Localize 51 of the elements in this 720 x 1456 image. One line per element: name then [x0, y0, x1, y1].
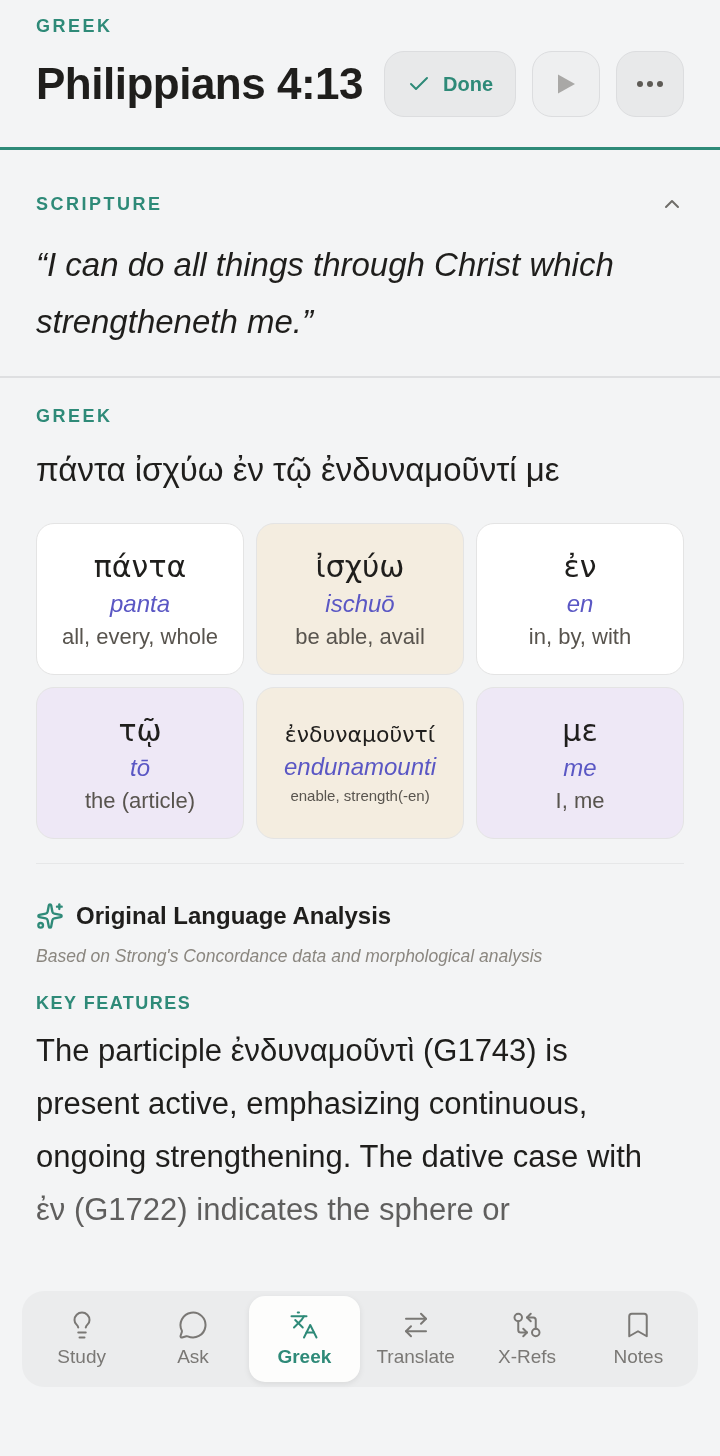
transliteration: me	[563, 753, 597, 782]
greek-word: ἐν	[563, 548, 597, 584]
word-gloss: be able, avail	[295, 623, 425, 650]
verse-text: “I can do all things through Christ which strengtheneth me.”	[36, 245, 615, 342]
word-card[interactable]: τῷ tō the (article)	[36, 687, 244, 839]
sparkles-icon	[36, 902, 64, 930]
word-gloss: all, every, whole	[61, 623, 219, 650]
section-heading: GREEK	[36, 406, 113, 427]
transliteration: tō	[130, 753, 150, 782]
section-heading: KEY FEATURES	[36, 993, 192, 1013]
analysis-subtitle: Based on Strong's Concordance data and morphological analysis	[36, 946, 544, 967]
word-gloss: the (article)	[84, 787, 195, 814]
tab[interactable]: Ask	[137, 1296, 249, 1382]
greek-word: τῷ	[118, 712, 162, 748]
tab[interactable]: Notes	[582, 1296, 694, 1382]
compare-arrows-icon	[512, 1310, 542, 1340]
transliteration: endunamounti	[283, 753, 437, 781]
analysis-text-line: ongoing strengthening. The dative case with	[36, 1138, 644, 1176]
word-gloss: enable, strength(-en)	[290, 787, 430, 804]
word-card[interactable]: ἐν en in, by, with	[476, 523, 684, 675]
verse-title: Philippians 4:13	[36, 59, 364, 109]
word-card[interactable]: με me I, me	[476, 687, 684, 839]
analysis-text-line: present active, emphasizing continuous,	[36, 1085, 589, 1123]
analysis-text-line: The participle ἐνδυναμοῦντὶ (G1743) is	[36, 1032, 569, 1070]
word-card[interactable]: πάντα panta all, every, whole	[36, 523, 244, 675]
tab[interactable]: Translate	[360, 1296, 472, 1382]
section-eyebrow: GREEK	[36, 16, 114, 37]
translate-icon	[289, 1310, 320, 1340]
greek-word: με	[562, 712, 598, 748]
tab[interactable]: Study	[26, 1296, 138, 1382]
greek-text: πάντα ἰσχύω ἐν τῷ ἐνδυναμοῦντί με	[36, 451, 561, 489]
word-gloss: in, by, with	[528, 623, 632, 650]
more-button[interactable]	[616, 51, 684, 117]
word-card[interactable]: ἰσχύω ischuō be able, avail	[256, 523, 464, 675]
analysis-text-line: ἐν (G1722) indicates the sphere or	[36, 1191, 511, 1229]
word-gloss: I, me	[555, 787, 605, 814]
transliteration: en	[566, 589, 594, 618]
done-button[interactable]: Done	[384, 51, 516, 117]
tab[interactable]: Greek	[248, 1296, 360, 1382]
greek-word: ἐνδυναμοῦντί	[284, 722, 436, 747]
section-heading: SCRIPTURE	[36, 193, 163, 215]
greek-word: πάντα	[93, 548, 187, 584]
greek-word: ἰσχύω	[315, 548, 405, 584]
speech-bubble-icon	[178, 1310, 208, 1340]
transliteration: ischuō	[325, 589, 395, 618]
play-icon	[556, 73, 576, 95]
analysis-title: Original Language Analysis	[76, 902, 392, 930]
more-icon	[637, 81, 663, 87]
tab[interactable]: X-Refs	[471, 1296, 583, 1382]
transliteration: panta	[109, 589, 171, 618]
word-card[interactable]: ἐνδυναμοῦντί endunamounti enable, strength(-en)	[256, 687, 464, 839]
